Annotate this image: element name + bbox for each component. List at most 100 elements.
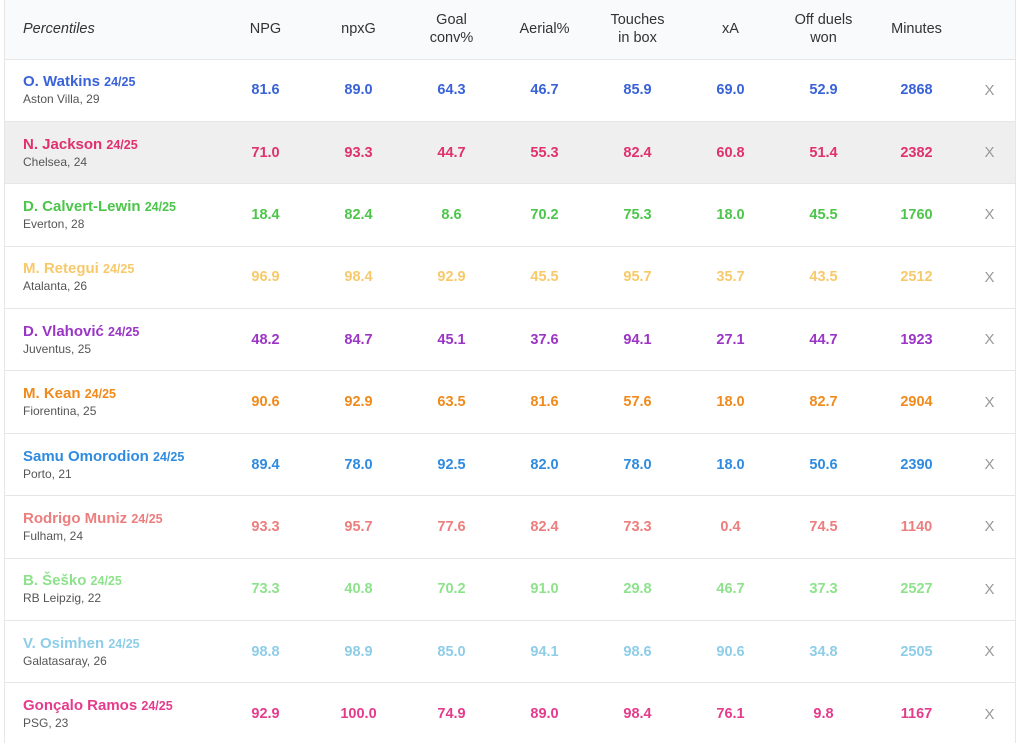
player-name-line[interactable]: M. Retegui 24/25 [23,260,219,278]
player-club: Galatasaray, 26 [23,653,107,668]
table-row[interactable]: B. Šeško 24/25 RB Leipzig, 22 73.3 40.8 70.2… [4,558,1016,620]
player-name-line[interactable]: O. Watkins 24/25 [23,73,219,91]
season-label: 24/25 [144,199,176,214]
remove-player-button[interactable]: X [963,184,1016,246]
table-row[interactable]: D. Calvert-Lewin 24/25 Everton, 28 18.4 82.… [4,183,1016,246]
table-row[interactable]: N. Jackson 24/25 Chelsea, 24 71.0 93.3 44.7 5… [4,121,1016,184]
player-name-line[interactable]: Samu Omorodion 24/25 [23,448,219,466]
column-header-label: NPG [249,21,282,38]
stat-value: 92.9 [344,394,373,411]
remove-player-button[interactable]: X [963,621,1016,683]
stat-value: 74.5 [809,518,838,535]
player-name-line[interactable]: M. Kean 24/25 [23,385,219,403]
remove-player-button[interactable]: X [963,309,1016,371]
stat-value: 2527 [900,581,933,598]
column-header-6[interactable]: xA [684,0,777,59]
stat-value: 73.3 [623,518,652,535]
season-label: 24/25 [90,574,122,589]
stat-value: 57.6 [623,394,652,411]
player-name[interactable]: D. Calvert-Lewin [23,198,141,215]
player-name[interactable]: V. Osimhen [23,635,104,652]
season-label: 24/25 [141,699,173,714]
player-cell: N. Jackson 24/25 Chelsea, 24 [4,121,219,183]
player-name[interactable]: M. Retegui [23,260,99,277]
player-name-line[interactable]: B. Šeško 24/25 [23,572,219,590]
player-name[interactable]: D. Vlahović [23,323,104,340]
remove-player-button[interactable]: X [963,371,1016,433]
player-club: Chelsea, 24 [23,154,88,169]
stat-value: 81.6 [530,394,559,411]
remove-player-button[interactable]: X [963,59,1016,121]
player-name-line[interactable]: V. Osimhen 24/25 [23,635,219,653]
player-name[interactable]: Samu Omorodion [23,448,149,465]
header-row: Percentiles NPG npxG Goal conv% Aerial% Touch… [4,0,1016,59]
column-header-label: Off duels [794,12,853,29]
table-row[interactable]: M. Kean 24/25 Fiorentina, 25 90.6 92.9 63.5 8… [4,370,1016,433]
player-name-line[interactable]: D. Vlahović 24/25 [23,323,219,341]
stat-value: 78.0 [344,456,373,473]
table-row[interactable]: V. Osimhen 24/25 Galatasaray, 26 98.8 98.9 8… [4,620,1016,683]
stat-value: 50.6 [809,456,838,473]
stat-value: 96.9 [251,269,280,286]
table-row[interactable]: Gonçalo Ramos 24/25 PSG, 23 92.9 100.0 74.9 8… [4,682,1016,745]
table-row[interactable]: O. Watkins 24/25 Aston Villa, 29 81.6 89.0 6… [4,59,1016,121]
stat-value: 98.9 [344,643,373,660]
stat-value: 84.7 [344,331,373,348]
season-label: 24/25 [131,511,163,526]
player-name[interactable]: O. Watkins [23,73,100,90]
player-name-line[interactable]: Gonçalo Ramos 24/25 [23,697,219,715]
stat-value: 64.3 [437,82,466,99]
stat-value: 34.8 [809,643,838,660]
table-row[interactable]: Rodrigo Muniz 24/25 Fulham, 24 93.3 95.7 77.… [4,495,1016,558]
column-header-7[interactable]: Off duels won [777,0,870,59]
season-label: 24/25 [104,75,136,90]
table-row[interactable]: M. Retegui 24/25 Atalanta, 26 96.9 98.4 92.9… [4,246,1016,308]
column-header-1[interactable]: NPG [219,0,312,59]
column-header-5[interactable]: Touches in box [591,0,684,59]
stat-value: 76.1 [716,706,745,723]
remove-player-button[interactable]: X [963,121,1016,183]
remove-player-button[interactable]: X [963,433,1016,495]
column-header-label: Touches [610,12,665,29]
player-cell: B. Šeško 24/25 RB Leipzig, 22 [4,558,219,620]
column-header-3[interactable]: Goal conv% [405,0,498,59]
player-cell: Samu Omorodion 24/25 Porto, 21 [4,433,219,495]
player-name-line[interactable]: Rodrigo Muniz 24/25 [23,510,219,528]
stat-value: 81.6 [251,82,280,99]
stat-value: 1760 [900,206,933,223]
player-name[interactable]: B. Šeško [23,572,86,589]
player-name[interactable]: Rodrigo Muniz [23,510,127,527]
player-name-line[interactable]: N. Jackson 24/25 [23,136,219,154]
stat-value: 40.8 [344,581,373,598]
player-cell: Gonçalo Ramos 24/25 PSG, 23 [4,683,219,745]
player-cell: D. Calvert-Lewin 24/25 Everton, 28 [4,184,219,246]
stat-value: 45.1 [437,331,466,348]
remove-player-button[interactable]: X [963,246,1016,308]
percentiles-table: Percentiles NPG npxG Goal conv% Aerial% Touch… [4,0,1016,745]
stat-value: 93.3 [251,518,280,535]
player-name[interactable]: Gonçalo Ramos [23,697,137,714]
stat-value: 77.6 [437,518,466,535]
player-name[interactable]: N. Jackson [23,136,102,153]
table-row[interactable]: Samu Omorodion 24/25 Porto, 21 89.4 78.0 92.… [4,433,1016,495]
column-header-4[interactable]: Aerial% [498,0,591,59]
season-label: 24/25 [103,262,135,277]
remove-player-button[interactable]: X [963,558,1016,620]
stat-value: 98.8 [251,643,280,660]
table-row[interactable]: D. Vlahović 24/25 Juventus, 25 48.2 84.7 45.… [4,308,1016,371]
stat-value: 44.7 [809,331,838,348]
stat-value: 43.5 [809,269,838,286]
column-header-8[interactable]: Minutes [870,0,963,59]
stat-value: 45.5 [809,206,838,223]
stat-value: 90.6 [716,643,745,660]
player-name[interactable]: M. Kean [23,385,81,402]
column-header-label: Goal [436,12,467,29]
column-header-2[interactable]: npxG [312,0,405,59]
remove-player-button[interactable]: X [963,683,1016,745]
remove-player-button[interactable]: X [963,496,1016,558]
stat-value: 93.3 [344,144,373,161]
season-label: 24/25 [108,324,140,339]
player-name-line[interactable]: D. Calvert-Lewin 24/25 [23,198,219,216]
stat-value: 44.7 [437,144,466,161]
stat-value: 74.9 [437,706,466,723]
